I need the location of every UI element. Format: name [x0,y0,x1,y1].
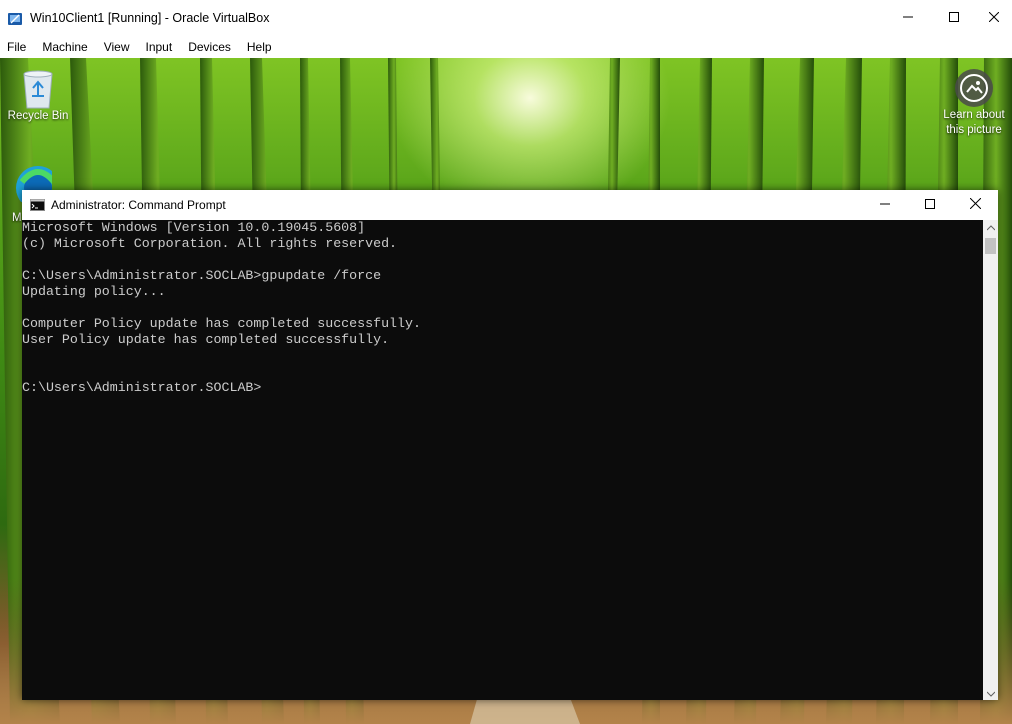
menu-file[interactable]: File [0,36,34,58]
camera-icon [954,68,994,108]
minimize-icon [903,9,913,27]
vertical-scrollbar[interactable] [983,220,998,700]
learn-about-label-2: this picture [946,124,1002,136]
terminal-line: Computer Policy update has completed suc… [22,316,421,331]
edge-label: M [12,212,22,224]
command-prompt-window[interactable]: Administrator: Command Prompt Microsoft … [22,190,998,700]
terminal-line: Updating policy... [22,284,166,299]
close-button[interactable] [976,0,1012,36]
virtualbox-titlebar[interactable]: Win10Client1 [Running] - Oracle VirtualB… [0,0,1012,36]
chevron-up-icon [986,218,995,236]
terminal-line: User Policy update has completed success… [22,332,390,347]
terminal-prompt: C:\Users\Administrator.SOCLAB> [22,380,262,395]
cmd-icon [30,198,45,211]
cmd-maximize-button[interactable] [907,190,953,220]
terminal-line: Microsoft Windows [Version 10.0.19045.56… [22,220,366,235]
cmd-minimize-button[interactable] [862,190,908,220]
recycle-bin-icon [18,66,58,110]
scrollbar-thumb[interactable] [985,238,996,254]
minimize-button[interactable] [885,0,931,36]
cmd-title: Administrator: Command Prompt [51,198,226,212]
close-icon [988,9,1000,27]
virtualbox-icon [7,11,23,27]
scroll-up-button[interactable] [983,220,998,234]
maximize-icon [949,9,959,27]
menu-devices[interactable]: Devices [180,36,239,58]
menu-input[interactable]: Input [138,36,181,58]
terminal-output[interactable]: Microsoft Windows [Version 10.0.19045.56… [22,220,983,700]
close-icon [969,196,981,214]
terminal-line: (c) Microsoft Corporation. All rights re… [22,236,398,251]
menu-machine[interactable]: Machine [34,36,95,58]
desktop-icon-recycle-bin[interactable]: Recycle Bin [4,66,72,122]
menu-help[interactable]: Help [239,36,280,58]
window-title: Win10Client1 [Running] - Oracle VirtualB… [30,11,270,25]
maximize-icon [925,196,935,214]
menu-view[interactable]: View [96,36,138,58]
recycle-bin-label: Recycle Bin [7,110,69,122]
cmd-titlebar[interactable]: Administrator: Command Prompt [22,190,998,220]
learn-about-label-1: Learn about [943,109,1005,121]
minimize-icon [880,196,890,214]
chevron-down-icon [986,684,995,702]
maximize-button[interactable] [931,0,977,36]
menu-bar: File Machine View Input Devices Help [0,36,1012,58]
scroll-down-button[interactable] [983,686,998,700]
cmd-close-button[interactable] [952,190,998,220]
terminal-line: C:\Users\Administrator.SOCLAB>gpupdate /… [22,268,382,283]
desktop-icon-learn-about-picture[interactable]: Learn about this picture [938,68,1010,138]
